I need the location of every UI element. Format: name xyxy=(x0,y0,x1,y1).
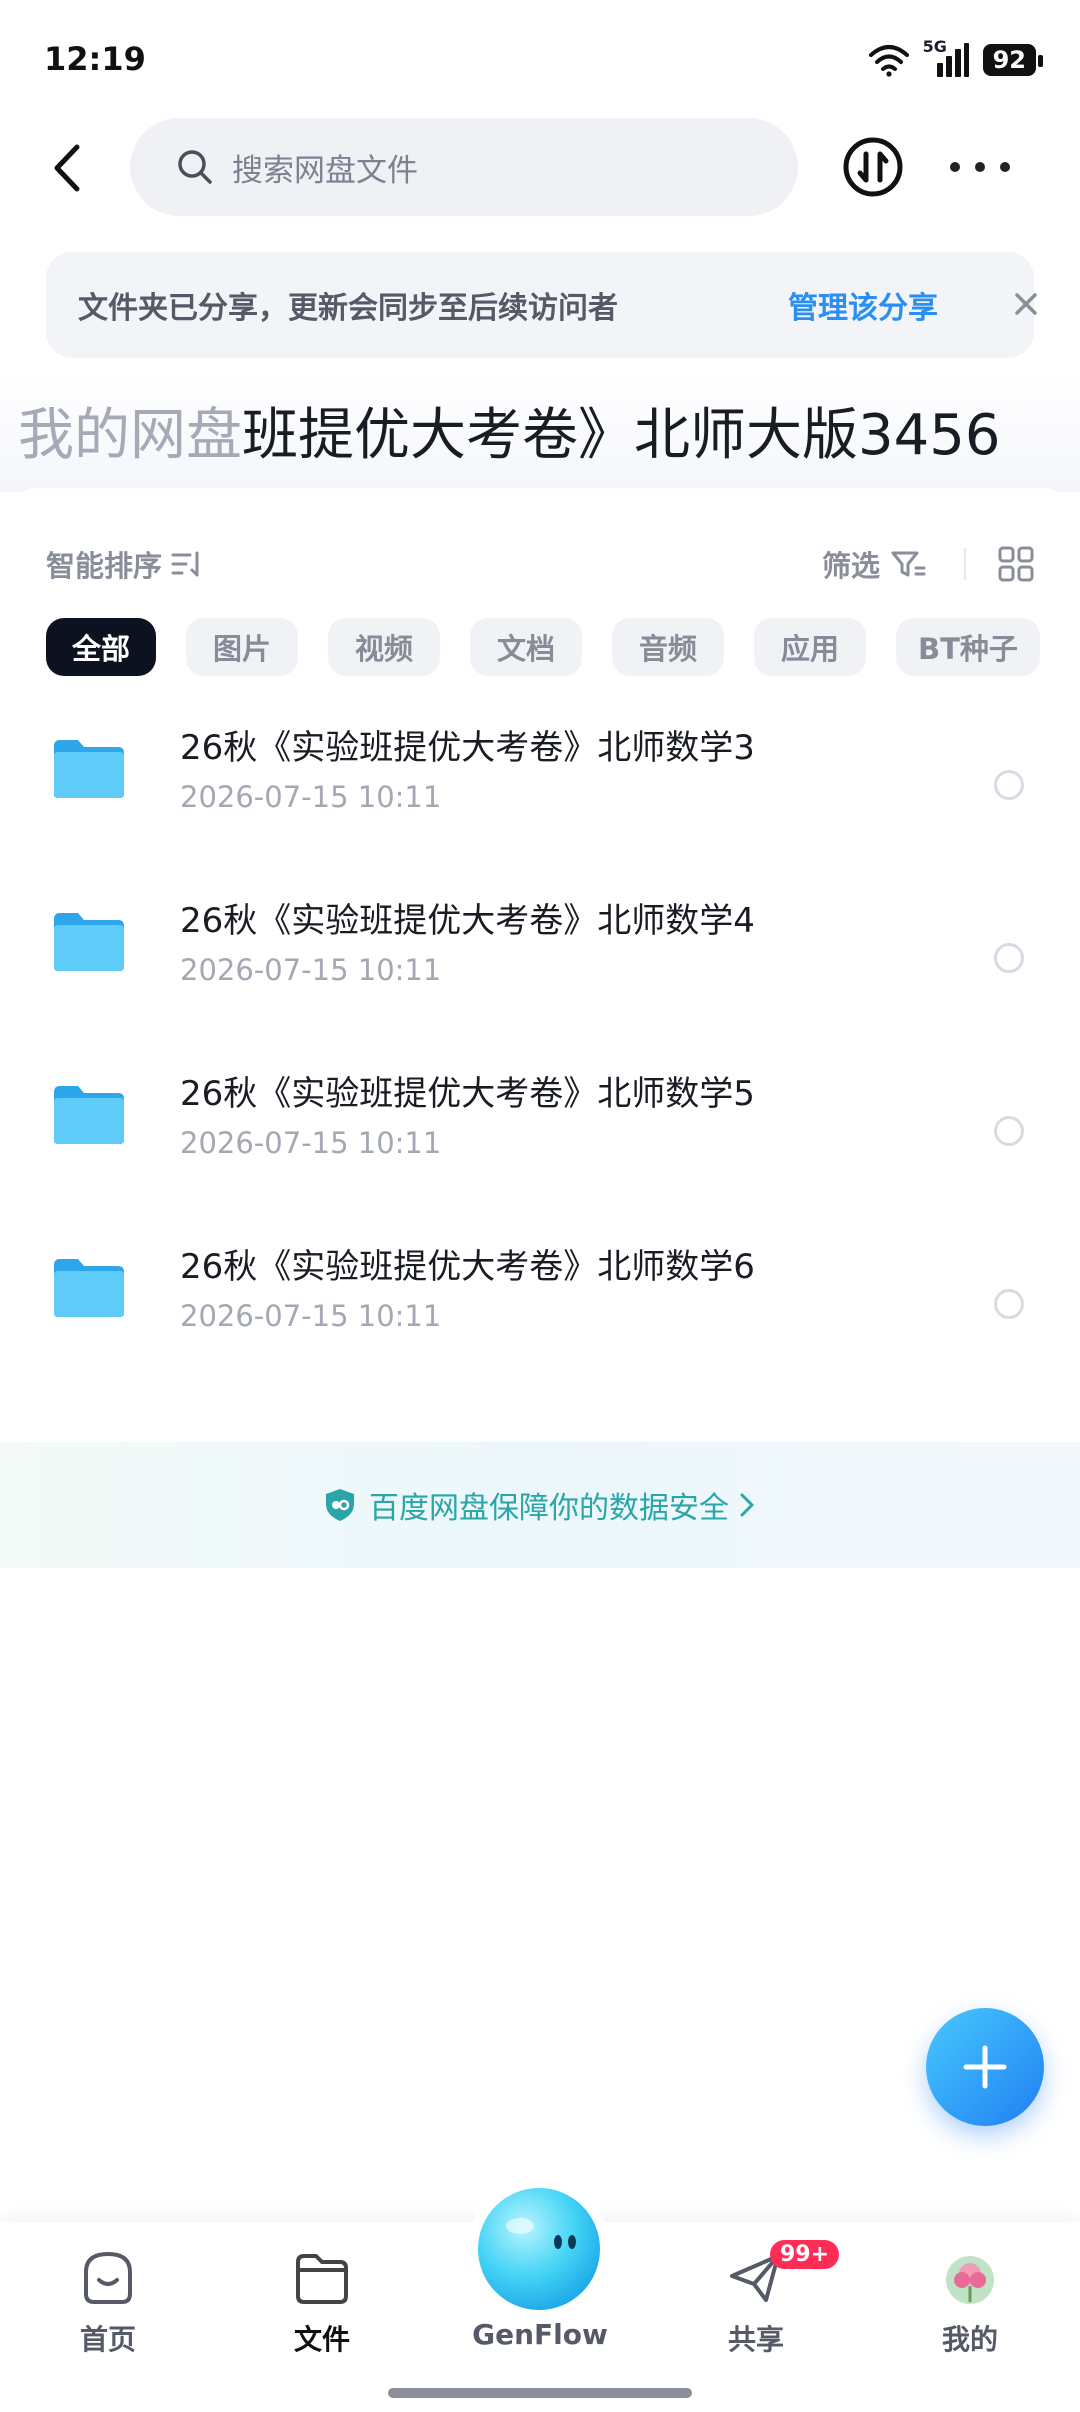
folder-icon xyxy=(54,913,124,971)
close-icon[interactable] xyxy=(1008,286,1044,322)
manage-share-link[interactable]: 管理该分享 xyxy=(788,283,938,327)
chip-documents[interactable]: 文档 xyxy=(470,618,582,676)
file-name: 26秋《实验班提优大考卷》北师数学3 xyxy=(180,728,755,768)
back-button[interactable] xyxy=(36,138,96,198)
toolbar-divider xyxy=(964,548,966,580)
status-bar: 12:19 5G 92 xyxy=(0,0,1080,120)
folder-icon xyxy=(54,1086,124,1144)
security-notice[interactable]: 百度网盘保障你的数据安全 xyxy=(0,1442,1080,1568)
add-button[interactable] xyxy=(926,2008,1044,2126)
chip-bt-torrent[interactable]: BT种子 xyxy=(896,618,1040,676)
top-bar: 搜索网盘文件 xyxy=(0,118,1080,218)
transfer-icon xyxy=(843,137,903,197)
chip-all[interactable]: 全部 xyxy=(46,618,156,676)
more-icon xyxy=(950,162,960,172)
tab-profile[interactable]: 我的 xyxy=(890,2250,1050,2370)
folder-tab-icon xyxy=(296,2254,348,2304)
chevron-right-icon xyxy=(740,1493,754,1517)
file-name: 26秋《实验班提优大考卷》北师数学5 xyxy=(180,1074,755,1114)
sort-icon[interactable] xyxy=(170,549,204,579)
security-text: 百度网盘保障你的数据安全 xyxy=(369,1491,729,1526)
chip-images[interactable]: 图片 xyxy=(186,618,298,676)
network-type: 5G xyxy=(922,37,947,56)
tab-home-label: 首页 xyxy=(79,2323,136,2356)
bottom-tab-bar: 首页 文件 GenFlow 共享 99+ 我的 xyxy=(0,2188,1080,2412)
file-row[interactable]: 26秋《实验班提优大考卷》北师数学4 2026-07-15 10:11 xyxy=(0,873,1080,1046)
filter-chips: 全部 图片 视频 文档 音频 应用 BT种子 xyxy=(46,618,1040,676)
chip-videos[interactable]: 视频 xyxy=(328,618,440,676)
breadcrumb: 我的网盘 班提优大考卷》北师大版3456 xyxy=(0,372,1080,492)
chevron-left-icon xyxy=(54,144,80,192)
status-time: 12:19 xyxy=(44,40,146,78)
file-date: 2026-07-15 10:11 xyxy=(180,953,442,987)
wifi-icon xyxy=(868,45,909,77)
genflow-icon[interactable] xyxy=(478,2188,600,2310)
file-date: 2026-07-15 10:11 xyxy=(180,780,442,814)
file-row[interactable]: 26秋《实验班提优大考卷》北师数学3 2026-07-15 10:11 xyxy=(0,700,1080,873)
transfer-button[interactable] xyxy=(842,136,904,198)
tab-genflow-label: GenFlow xyxy=(472,2318,608,2351)
select-checkbox[interactable] xyxy=(994,1289,1024,1319)
search-icon xyxy=(178,150,212,184)
file-date: 2026-07-15 10:11 xyxy=(180,1126,442,1160)
select-checkbox[interactable] xyxy=(994,770,1024,800)
file-row[interactable]: 26秋《实验班提优大考卷》北师数学6 2026-07-15 10:11 xyxy=(0,1219,1080,1392)
notification-badge: 99+ xyxy=(770,2240,840,2269)
search-input[interactable]: 搜索网盘文件 xyxy=(130,118,798,216)
plus-icon xyxy=(963,2045,1007,2089)
grid-view-icon[interactable] xyxy=(998,546,1034,582)
file-row[interactable]: 26秋《实验班提优大考卷》北师数学5 2026-07-15 10:11 xyxy=(0,1046,1080,1219)
filter-icon[interactable] xyxy=(890,550,926,580)
file-panel: 智能排序 筛选 全部 图片 视频 文档 音频 应用 BT种子 26秋《实验班提优… xyxy=(0,488,1080,2223)
select-checkbox[interactable] xyxy=(994,943,1024,973)
signal-icon: 5G xyxy=(923,37,969,77)
tab-files-label: 文件 xyxy=(293,2323,350,2356)
file-date: 2026-07-15 10:11 xyxy=(180,1299,442,1333)
folder-icon xyxy=(54,740,124,798)
file-list: 26秋《实验班提优大考卷》北师数学3 2026-07-15 10:11 26秋《… xyxy=(0,700,1080,1392)
folder-icon xyxy=(54,1259,124,1317)
breadcrumb-current: 班提优大考卷》北师大版3456 xyxy=(242,403,1001,468)
file-name: 26秋《实验班提优大考卷》北师数学6 xyxy=(180,1247,755,1287)
shield-icon xyxy=(326,1489,354,1521)
filter-button[interactable]: 筛选 xyxy=(822,543,880,585)
tab-profile-label: 我的 xyxy=(941,2323,998,2356)
search-placeholder: 搜索网盘文件 xyxy=(232,152,418,189)
more-button[interactable] xyxy=(950,144,1010,190)
chip-audio[interactable]: 音频 xyxy=(612,618,724,676)
file-name: 26秋《实验班提优大考卷》北师数学4 xyxy=(180,901,755,941)
avatar xyxy=(946,2256,994,2304)
tab-files[interactable]: 文件 xyxy=(242,2250,402,2370)
status-icons: 5G 92 xyxy=(867,37,1044,80)
battery-indicator: 92 xyxy=(982,44,1044,76)
share-message: 文件夹已分享，更新会同步至后续访问者 xyxy=(78,291,618,326)
sort-filter-row: 智能排序 筛选 xyxy=(46,536,1036,592)
tab-share-label: 共享 xyxy=(727,2323,784,2356)
share-banner: 文件夹已分享，更新会同步至后续访问者 管理该分享 xyxy=(46,252,1037,358)
chip-apps[interactable]: 应用 xyxy=(754,618,866,676)
breadcrumb-parent[interactable]: 我的网盘 xyxy=(18,390,242,471)
home-indicator xyxy=(388,2388,692,2398)
sort-button[interactable]: 智能排序 xyxy=(46,543,162,585)
select-checkbox[interactable] xyxy=(994,1116,1024,1146)
home-icon xyxy=(84,2251,132,2304)
tab-home[interactable]: 首页 xyxy=(28,2250,188,2370)
